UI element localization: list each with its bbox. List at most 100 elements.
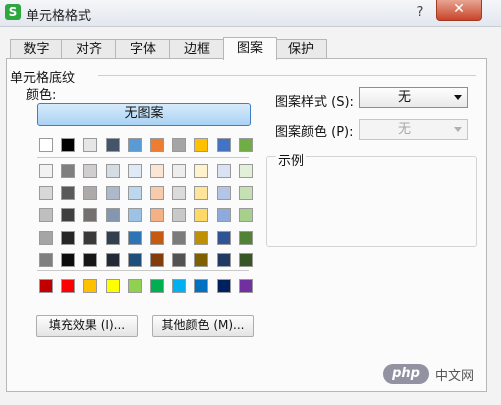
theme-color-swatch-7[interactable] bbox=[170, 136, 188, 154]
shade-swatch-r3-6[interactable] bbox=[148, 206, 166, 224]
theme-color-swatch-9[interactable] bbox=[215, 136, 233, 154]
color-swatch bbox=[83, 186, 98, 201]
group-divider bbox=[98, 75, 476, 76]
shade-swatch-r5-1[interactable] bbox=[37, 251, 55, 269]
tab-2[interactable]: 对齐 bbox=[61, 39, 117, 59]
shade-swatch-r3-10[interactable] bbox=[237, 206, 255, 224]
standard-color-swatch-10[interactable] bbox=[237, 277, 255, 295]
no-pattern-button[interactable]: 无图案 bbox=[37, 103, 251, 126]
shade-swatch-r5-3[interactable] bbox=[81, 251, 99, 269]
theme-color-swatch-2[interactable] bbox=[59, 136, 77, 154]
standard-color-swatch-9[interactable] bbox=[215, 277, 233, 295]
color-swatch bbox=[238, 186, 253, 201]
fill-effects-button[interactable]: 填充效果 (I)... bbox=[36, 315, 138, 337]
shade-swatch-r1-9[interactable] bbox=[215, 162, 233, 180]
standard-color-swatch-2[interactable] bbox=[59, 277, 77, 295]
shade-swatch-r1-1[interactable] bbox=[37, 162, 55, 180]
shade-swatch-r1-7[interactable] bbox=[170, 162, 188, 180]
sample-preview bbox=[266, 156, 477, 247]
shade-swatch-r3-3[interactable] bbox=[81, 206, 99, 224]
shade-swatch-r3-8[interactable] bbox=[192, 206, 210, 224]
standard-color-swatch-8[interactable] bbox=[192, 277, 210, 295]
close-button[interactable]: ✕ bbox=[436, 0, 482, 21]
help-button[interactable]: ? bbox=[410, 4, 430, 22]
color-swatch bbox=[39, 138, 53, 152]
shade-swatch-r4-8[interactable] bbox=[192, 229, 210, 247]
theme-color-swatch-6[interactable] bbox=[148, 136, 166, 154]
standard-color-swatch-1[interactable] bbox=[37, 277, 55, 295]
shade-swatch-r3-9[interactable] bbox=[215, 206, 233, 224]
color-swatch bbox=[216, 164, 231, 178]
shade-swatch-r5-8[interactable] bbox=[192, 251, 210, 269]
theme-color-swatch-5[interactable] bbox=[126, 136, 144, 154]
tab-6[interactable]: 保护 bbox=[275, 39, 327, 59]
tab-3[interactable]: 字体 bbox=[115, 39, 171, 59]
shade-swatch-r1-3[interactable] bbox=[81, 162, 99, 180]
shade-swatch-r2-3[interactable] bbox=[81, 184, 99, 202]
shade-swatch-r2-1[interactable] bbox=[37, 184, 55, 202]
shade-swatch-r3-5[interactable] bbox=[126, 206, 144, 224]
shade-swatch-r4-1[interactable] bbox=[37, 229, 55, 247]
standard-color-swatch-3[interactable] bbox=[81, 277, 99, 295]
shade-swatch-r2-6[interactable] bbox=[148, 184, 166, 202]
shade-swatch-r4-5[interactable] bbox=[126, 229, 144, 247]
shade-swatch-r2-7[interactable] bbox=[170, 184, 188, 202]
shade-swatch-r2-5[interactable] bbox=[126, 184, 144, 202]
shade-swatch-r5-2[interactable] bbox=[59, 251, 77, 269]
shade-swatch-r1-2[interactable] bbox=[59, 162, 77, 180]
shade-swatch-r5-9[interactable] bbox=[215, 251, 233, 269]
pattern-style-label: 图案样式 (S): bbox=[275, 95, 354, 110]
shade-swatch-r1-8[interactable] bbox=[192, 162, 210, 180]
shade-swatch-r2-9[interactable] bbox=[215, 184, 233, 202]
shade-swatch-r4-7[interactable] bbox=[170, 229, 188, 247]
shade-swatch-r5-7[interactable] bbox=[170, 251, 188, 269]
theme-color-swatch-4[interactable] bbox=[104, 136, 122, 154]
shade-swatch-r5-10[interactable] bbox=[237, 251, 255, 269]
standard-color-swatch-5[interactable] bbox=[126, 277, 144, 295]
tab-1[interactable]: 数字 bbox=[10, 39, 63, 59]
shade-swatch-r1-4[interactable] bbox=[104, 162, 122, 180]
shade-swatch-r4-9[interactable] bbox=[215, 229, 233, 247]
shade-swatch-r4-6[interactable] bbox=[148, 229, 166, 247]
shade-swatch-r1-10[interactable] bbox=[237, 162, 255, 180]
shade-swatch-r4-10[interactable] bbox=[237, 229, 255, 247]
shade-swatch-r5-4[interactable] bbox=[104, 251, 122, 269]
tab-5[interactable]: 图案 bbox=[223, 37, 277, 60]
color-swatch bbox=[83, 252, 98, 267]
shade-swatch-r2-2[interactable] bbox=[59, 184, 77, 202]
shade-swatch-r2-10[interactable] bbox=[237, 184, 255, 202]
shade-swatch-r2-4[interactable] bbox=[104, 184, 122, 202]
shade-swatch-r3-7[interactable] bbox=[170, 206, 188, 224]
theme-color-swatch-3[interactable] bbox=[81, 136, 99, 154]
theme-color-swatch-10[interactable] bbox=[237, 136, 255, 154]
color-swatch bbox=[61, 279, 76, 293]
color-swatch bbox=[172, 138, 187, 152]
more-colors-button[interactable]: 其他颜色 (M)... bbox=[152, 315, 254, 337]
shade-swatch-r5-6[interactable] bbox=[148, 251, 166, 269]
theme-color-swatch-8[interactable] bbox=[192, 136, 210, 154]
shade-swatch-r4-2[interactable] bbox=[59, 229, 77, 247]
color-swatch bbox=[105, 230, 120, 245]
shade-swatch-r3-2[interactable] bbox=[59, 206, 77, 224]
pattern-color-select[interactable]: 无 bbox=[359, 119, 468, 140]
color-swatch bbox=[194, 279, 209, 293]
format-cells-dialog: S 单元格格式 ? ✕ 数字 对齐 字体 边框 图案 保护 单元格底纹 颜色: 无图案 填… bbox=[0, 0, 501, 405]
standard-color-swatch-4[interactable] bbox=[104, 277, 122, 295]
shade-swatch-r1-6[interactable] bbox=[148, 162, 166, 180]
color-swatch bbox=[127, 208, 142, 223]
shade-swatch-r5-5[interactable] bbox=[126, 251, 144, 269]
standard-color-swatch-7[interactable] bbox=[170, 277, 188, 295]
wps-logo-icon: S bbox=[5, 4, 21, 20]
shade-swatch-r3-4[interactable] bbox=[104, 206, 122, 224]
tab-4[interactable]: 边框 bbox=[169, 39, 225, 59]
pattern-style-select[interactable]: 无 bbox=[359, 87, 468, 108]
color-swatch bbox=[39, 186, 53, 201]
standard-color-swatch-6[interactable] bbox=[148, 277, 166, 295]
shade-swatch-r1-5[interactable] bbox=[126, 162, 144, 180]
theme-color-swatch-1[interactable] bbox=[37, 136, 55, 154]
color-swatch bbox=[61, 252, 76, 267]
shade-swatch-r4-4[interactable] bbox=[104, 229, 122, 247]
shade-swatch-r2-8[interactable] bbox=[192, 184, 210, 202]
shade-swatch-r4-3[interactable] bbox=[81, 229, 99, 247]
shade-swatch-r3-1[interactable] bbox=[37, 206, 55, 224]
